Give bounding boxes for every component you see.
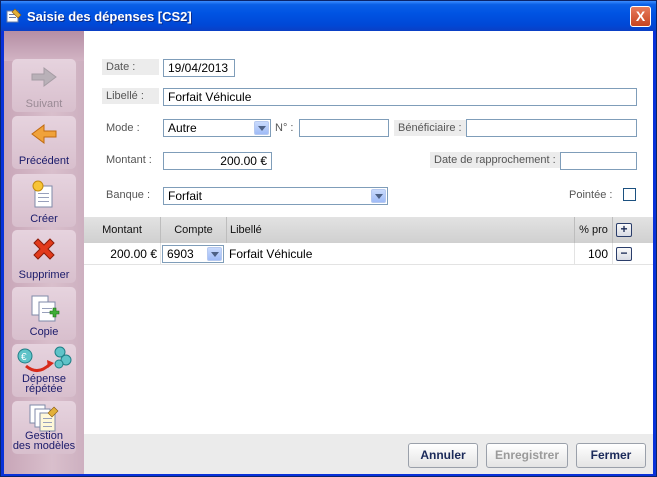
previous-button[interactable]: Précédent [12, 116, 76, 169]
svg-text:€: € [21, 352, 27, 363]
beneficiaire-field[interactable] [466, 119, 637, 137]
numero-label: N° : [275, 122, 294, 134]
col-compte-header: Compte [161, 217, 227, 243]
arrow-left-icon [31, 124, 57, 144]
date-label: Date : [102, 59, 159, 75]
row-montant[interactable]: 200.00 € [84, 243, 161, 265]
create-button[interactable]: Créer [12, 174, 76, 227]
footer-bar: Annuler Enregistrer Fermer [84, 434, 653, 474]
montant-field[interactable]: 200.00 € [163, 152, 272, 170]
banque-value: Forfait [168, 189, 203, 203]
window-client: Suivant Précédent Créer Supprimer Copie … [4, 31, 653, 474]
chevron-down-icon [207, 247, 222, 261]
row-libelle[interactable]: Forfait Véhicule [227, 243, 575, 265]
remove-line-button[interactable]: − [616, 247, 632, 261]
title-bar: Saisie des dépenses [CS2] X [1, 1, 656, 31]
manage-templates-label-2: des modèles [12, 440, 76, 452]
create-label: Créer [30, 213, 58, 225]
pointee-checkbox[interactable] [623, 188, 636, 201]
copy-document-icon [31, 295, 60, 322]
row-compte-select[interactable]: 6903 [162, 245, 224, 263]
plus-icon: + [620, 222, 628, 236]
row-compte-value: 6903 [167, 247, 194, 261]
delete-x-icon [33, 238, 55, 260]
recurring-expense-label-2: répétée [25, 383, 63, 395]
minus-icon: − [620, 246, 628, 260]
manage-templates-button[interactable]: Gestion des modèles [12, 401, 76, 454]
close-window-button[interactable]: X [630, 6, 651, 27]
window-title: Saisie des dépenses [CS2] [27, 9, 192, 24]
recurring-expense-icon: € [17, 346, 72, 372]
main-panel: Date : 19/04/2013 Libellé : Forfait Véhi… [84, 31, 653, 474]
mode-label: Mode : [106, 122, 140, 134]
numero-field[interactable] [299, 119, 389, 137]
next-button[interactable]: Suivant [12, 59, 76, 112]
lines-grid-header: Montant Compte Libellé % pro + [84, 217, 653, 243]
new-document-icon [32, 180, 53, 208]
recurring-expense-button[interactable]: € Dépense répétée [12, 344, 76, 397]
next-label: Suivant [25, 98, 63, 110]
mode-select[interactable]: Autre [163, 119, 271, 137]
pointee-label: Pointée : [569, 189, 613, 201]
app-icon [6, 8, 22, 23]
banque-select[interactable]: Forfait [163, 187, 388, 205]
row-pct[interactable]: 100 [575, 243, 613, 265]
templates-icon [29, 404, 59, 432]
save-button[interactable]: Enregistrer [486, 443, 568, 468]
copy-label: Copie [29, 326, 59, 338]
delete-button[interactable]: Supprimer [12, 230, 76, 283]
libelle-label: Libellé : [102, 88, 159, 104]
close-button[interactable]: Fermer [576, 443, 646, 468]
chevron-down-icon [371, 189, 386, 203]
cancel-button[interactable]: Annuler [408, 443, 478, 468]
delete-label: Supprimer [18, 269, 70, 281]
arrow-right-icon [31, 67, 57, 87]
copy-button[interactable]: Copie [12, 287, 76, 340]
libelle-field[interactable]: Forfait Véhicule [163, 88, 637, 106]
date-field[interactable]: 19/04/2013 [163, 59, 235, 77]
sidebar: Suivant Précédent Créer Supprimer Copie … [4, 31, 84, 474]
mode-value: Autre [168, 121, 197, 135]
previous-label: Précédent [18, 155, 70, 167]
col-pct-header: % pro [575, 217, 613, 243]
date-rapprochement-field[interactable] [560, 152, 637, 170]
add-line-button[interactable]: + [616, 223, 632, 237]
expense-entry-window: Saisie des dépenses [CS2] X Suivant Préc… [0, 0, 657, 477]
banque-label: Banque : [106, 189, 151, 201]
date-rapprochement-label: Date de rapprochement : [430, 152, 560, 168]
col-libelle-header: Libellé [227, 217, 575, 243]
beneficiaire-label: Bénéficiaire : [394, 120, 466, 136]
montant-label: Montant : [106, 154, 152, 166]
chevron-down-icon [254, 121, 269, 135]
close-icon: X [635, 8, 646, 24]
table-row[interactable]: 200.00 € 6903 Forfait Véhicule 100 − [84, 243, 653, 265]
col-montant-header: Montant [84, 217, 161, 243]
